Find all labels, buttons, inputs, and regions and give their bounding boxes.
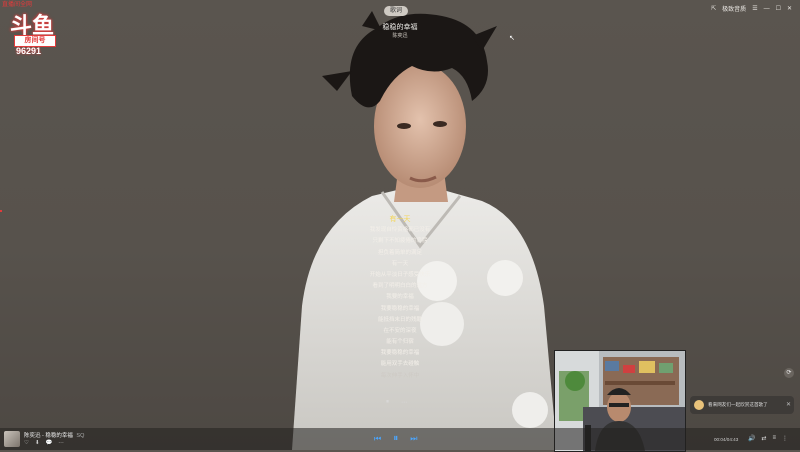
lyric-line[interactable]: 在不安的深夜 bbox=[330, 326, 470, 337]
refresh-icon[interactable]: ⟳ bbox=[784, 368, 794, 378]
transport-controls: ⏮ ⏸ ⏭ bbox=[374, 433, 417, 444]
playback-time: 00:04/04:43 bbox=[714, 437, 739, 442]
lyric-line[interactable]: 能有个归宿 bbox=[330, 337, 470, 348]
shuffle-icon[interactable]: ⇄ bbox=[761, 435, 766, 442]
lyric-line[interactable]: 我发现自怜资格都已没有 bbox=[330, 225, 470, 236]
lyric-line[interactable]: 有一天 bbox=[330, 259, 470, 270]
playlist-icon[interactable]: ≡ bbox=[773, 435, 777, 442]
next-icon[interactable]: ⏭ bbox=[410, 434, 417, 444]
heart-icon[interactable]: ♡ bbox=[24, 440, 29, 446]
close-icon[interactable]: ✕ bbox=[787, 5, 792, 12]
lyric-line[interactable]: 担负着简单的满足 bbox=[330, 248, 470, 259]
lyric-line[interactable]: 能用双手去碰触 bbox=[330, 359, 470, 370]
upgrade-quality-link[interactable]: 极致音质 bbox=[722, 4, 746, 13]
previous-icon[interactable]: ⏮ bbox=[374, 434, 381, 444]
lyric-line[interactable]: 我要的幸福 bbox=[330, 292, 470, 303]
pip-icon[interactable]: ⇱ bbox=[711, 5, 716, 12]
lyric-line[interactable]: 每次伸手入怀中 bbox=[330, 371, 470, 382]
lyric-line[interactable]: 我要稳稳的幸福 bbox=[330, 348, 470, 359]
lyric-more-icon[interactable]: ⋯ bbox=[401, 399, 407, 406]
lyrics-panel: 有一天 我发现自怜资格都已没有 只剩下不知疲倦的肩膀 担负着简单的满足 有一天 … bbox=[330, 214, 470, 382]
more-icon[interactable]: ⋯ bbox=[58, 440, 64, 446]
overflow-icon[interactable]: ⋮ bbox=[782, 435, 788, 442]
window-controls: ⇱ 极致音质 ☰ — ☐ ✕ bbox=[711, 4, 792, 14]
lyric-line[interactable]: 我要稳稳的幸福 bbox=[330, 304, 470, 315]
volume-icon[interactable]: 🔊 bbox=[748, 435, 755, 442]
lyric-line[interactable]: 只剩下不知疲倦的肩膀 bbox=[330, 236, 470, 247]
lyric-pause-icon[interactable]: ⏸ bbox=[386, 399, 389, 406]
lyrics-toggle-pill[interactable]: 歌词 bbox=[384, 6, 409, 16]
quality-badge: SQ bbox=[76, 433, 85, 439]
album-thumbnail[interactable] bbox=[4, 431, 20, 447]
lyric-line[interactable]: 有一天 bbox=[330, 214, 470, 225]
lyric-line[interactable]: 能抵挡末日的残酷 bbox=[330, 315, 470, 326]
bottom-right-controls: 🔊 ⇄ ≡ ⋮ bbox=[748, 435, 788, 442]
comment-icon[interactable]: 💬 bbox=[46, 440, 53, 446]
download-icon[interactable]: ⬇ bbox=[35, 440, 40, 446]
song-title: 稳稳的幸福 bbox=[382, 24, 418, 31]
lyric-line[interactable]: 开始从平淡日子感受快乐 bbox=[330, 270, 470, 281]
mouse-cursor-icon: ↖ bbox=[509, 35, 515, 42]
now-playing-text[interactable]: 陈奕迅 - 稳稳的幸福 SQ bbox=[24, 431, 84, 439]
now-playing-title: 陈奕迅 - 稳稳的幸福 bbox=[24, 433, 73, 439]
lyric-line[interactable]: 看到了明明白白的远方 bbox=[330, 281, 470, 292]
pause-icon[interactable]: ⏸ bbox=[393, 433, 398, 444]
menu-icon[interactable]: ☰ bbox=[752, 5, 757, 12]
song-artist[interactable]: 陈奕迅 bbox=[340, 32, 460, 39]
avatar bbox=[694, 400, 704, 410]
toast-text: 看来网友们一起欣赏这首歌了 bbox=[708, 402, 768, 407]
maximize-icon[interactable]: ☐ bbox=[776, 5, 781, 12]
room-number: 96291 bbox=[16, 46, 42, 56]
minimize-icon[interactable]: — bbox=[764, 6, 770, 12]
lyric-controls: ⏸ ⋯ bbox=[386, 399, 407, 406]
edge-marker bbox=[0, 210, 2, 212]
close-icon[interactable]: ✕ bbox=[786, 401, 791, 408]
track-actions: ♡ ⬇ 💬 ⋯ bbox=[24, 440, 64, 446]
